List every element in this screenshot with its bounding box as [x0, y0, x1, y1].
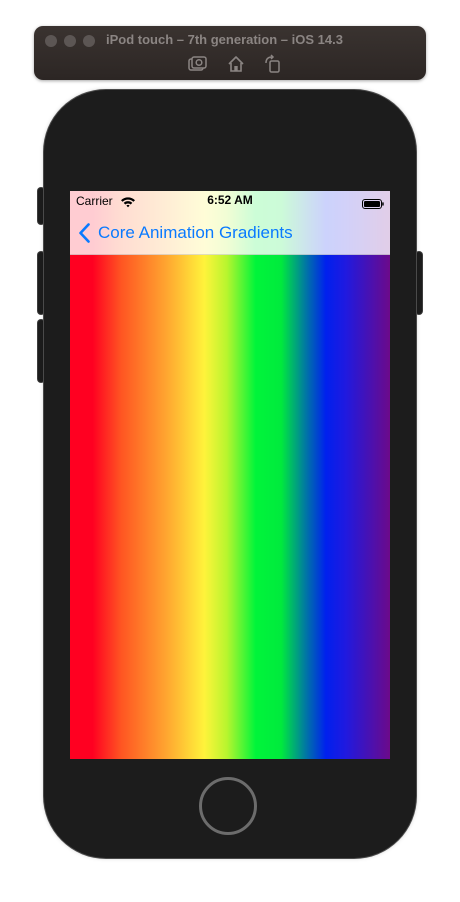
screenshot-icon[interactable]	[187, 54, 207, 74]
status-bar: Carrier 6:52 AM	[70, 191, 390, 211]
back-button-label: Core Animation Gradients	[98, 223, 293, 242]
simulator-title: iPod touch – 7th generation – iOS 14.3	[106, 32, 343, 47]
minimize-window-button[interactable]	[64, 35, 76, 47]
navigation-bar: Carrier 6:52 AM Core Animation Gradients	[70, 191, 390, 255]
device-screen: Carrier 6:52 AM Core Animation Gradients	[70, 191, 390, 759]
status-time: 6:52 AM	[207, 193, 253, 207]
back-button[interactable]: Core Animation Gradients	[78, 221, 293, 245]
simulator-window: iPod touch – 7th generation – iOS 14.3 C…	[0, 0, 460, 902]
home-button[interactable]	[199, 777, 257, 835]
battery-icon	[362, 196, 384, 209]
chevron-left-icon	[78, 223, 91, 243]
gradient-view	[70, 191, 390, 759]
rotate-icon[interactable]	[263, 54, 283, 74]
close-window-button[interactable]	[45, 35, 57, 47]
home-icon[interactable]	[226, 54, 246, 74]
power-button[interactable]	[416, 252, 422, 314]
zoom-window-button[interactable]	[83, 35, 95, 47]
simulator-titlebar: iPod touch – 7th generation – iOS 14.3	[34, 26, 426, 80]
